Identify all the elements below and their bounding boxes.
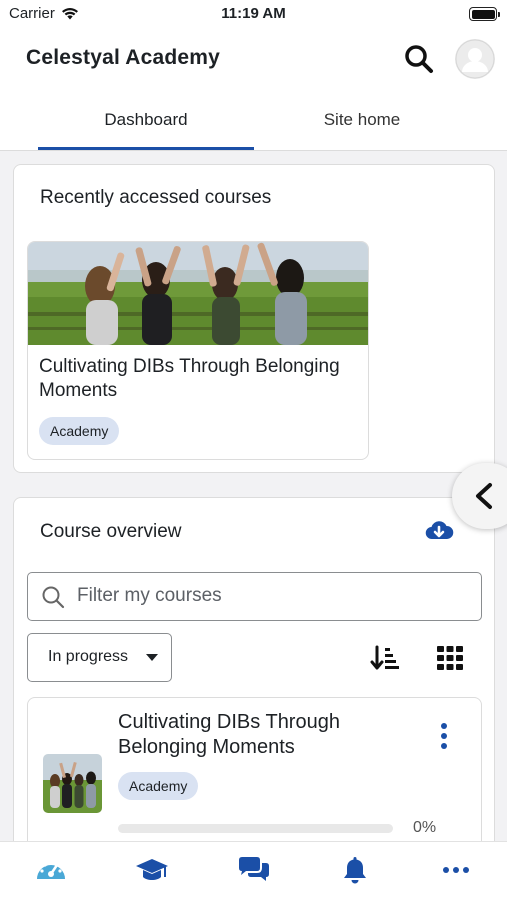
active-tab-indicator [38,147,254,150]
status-bar: Carrier 11:19 AM [0,0,507,28]
search-icon [405,45,433,73]
course-overview-block: Course overview In progress [13,497,495,841]
dashboard-gauge-icon [37,861,65,879]
app-header: Celestyal Academy [0,28,507,90]
bell-icon [344,857,366,884]
recent-course-name: Cultivating DIBs Through Belonging Momen… [39,356,340,401]
nav-my-courses[interactable] [134,855,170,885]
more-dots-icon [443,867,469,873]
course-category-badge: Academy [118,772,199,800]
site-title: Celestyal Academy [26,46,221,69]
recent-courses-heading: Recently accessed courses [40,187,272,208]
filter-courses-input[interactable] [77,573,472,619]
download-course-button[interactable] [424,516,454,546]
tab-site-home[interactable]: Site home [254,90,470,151]
display-mode-button[interactable] [437,645,463,671]
recent-courses-block: Recently accessed courses Cultivating DI… [13,164,495,473]
user-avatar[interactable] [455,39,495,79]
status-time: 11:19 AM [221,5,286,22]
grid-icon [437,646,463,670]
sort-amount-icon [370,645,399,670]
dashboard-content[interactable]: Recently accessed courses Cultivating DI… [0,151,507,841]
graduation-cap-icon [136,859,168,880]
battery-icon [469,7,500,21]
recent-course-card[interactable]: Cultivating DIBs Through Belonging Momen… [27,241,369,460]
chevron-down-icon [146,654,158,661]
course-progress-bar [118,824,393,833]
course-image [28,242,368,345]
nav-messages[interactable] [236,855,272,885]
nav-dashboard[interactable] [33,855,69,885]
bottom-navigation [0,841,507,900]
chevron-left-icon [476,483,492,509]
course-name[interactable]: Cultivating DIBs Through Belonging Momen… [118,710,418,760]
chat-bubbles-icon [239,857,269,881]
tab-dashboard[interactable]: Dashboard [38,90,254,151]
main-tabs: Dashboard Site home [0,90,507,151]
course-list-item[interactable]: Cultivating DIBs Through Belonging Momen… [27,697,482,841]
course-status-selected: In progress [48,648,129,665]
course-overview-heading: Course overview [40,521,182,542]
search-button[interactable] [402,42,436,76]
filter-courses-field[interactable] [27,572,482,621]
more-vertical-icon [441,723,447,749]
course-thumbnail [43,754,102,813]
cloud-download-icon [425,521,454,540]
nav-more[interactable] [438,855,474,885]
nav-notifications[interactable] [337,855,373,885]
search-icon [42,586,65,609]
course-progress-label: 0% [413,819,437,836]
course-options-button[interactable] [436,721,452,751]
recent-course-category-badge: Academy [39,417,120,445]
sort-courses-button[interactable] [370,644,400,672]
course-status-dropdown[interactable]: In progress [27,633,172,682]
user-silhouette-icon [455,39,495,79]
